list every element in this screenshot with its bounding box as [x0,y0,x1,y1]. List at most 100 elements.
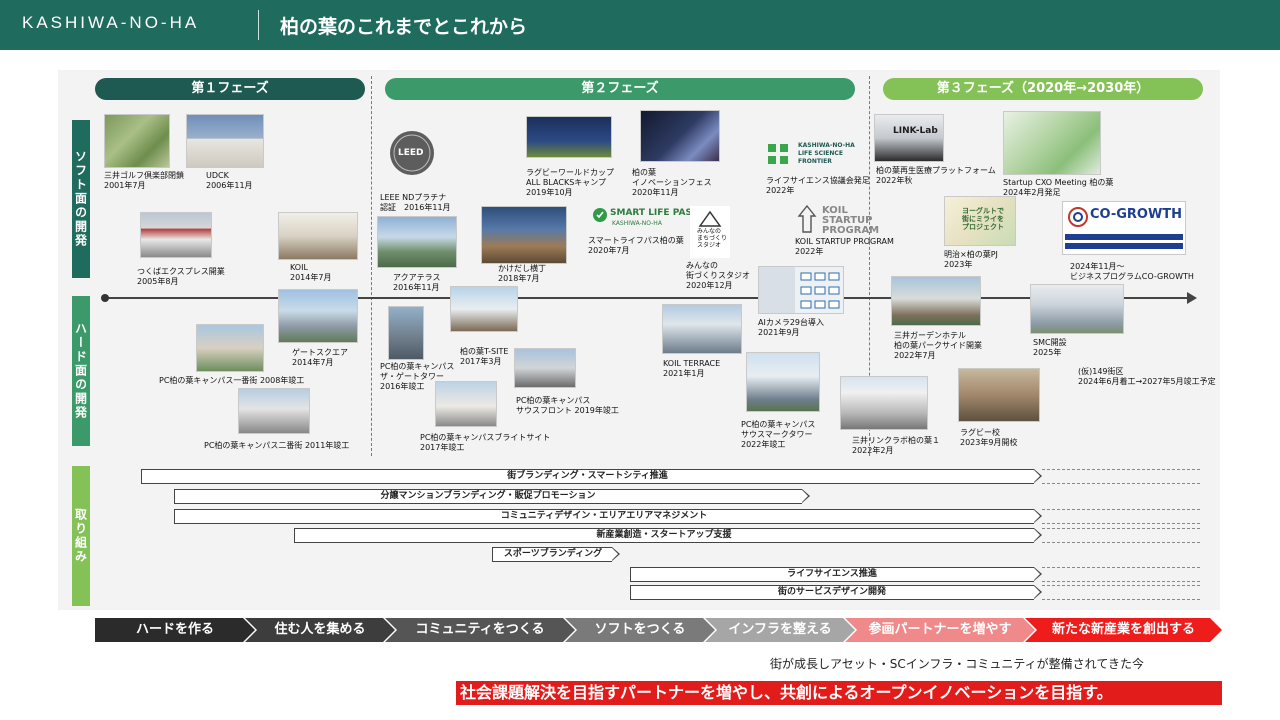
milestone-label: LEEE NDプラチナ 認証 2016年11月 [380,193,451,212]
milestone-label: PC柏の葉キャンパス一番街 2008年竣工 [159,376,305,385]
leed-logo-text: LEED [398,148,424,158]
step-chevron: ソフトをつくる [565,618,715,642]
milestone-label: 三井ゴルフ倶楽部閉鎖 2001年7月 [104,171,184,190]
milestone-label: PC柏の葉キャンパス二番街 2011年竣工 [204,441,350,450]
step-label: 新たな新産業を創出する [1051,622,1195,637]
photo-innovation-fest [640,110,720,162]
milestone-label: KOIL TERRACE 2021年1月 [663,359,721,378]
step-chevron: インフラを整える [705,618,855,642]
step-chevron: 新たな新産業を創出する [1025,618,1222,642]
step-label: 参画パートナーを増やす [868,622,1012,637]
milestone-label: ラグビー校 2023年9月開校 [960,428,1018,447]
initiative-bar: 新産業創造・スタートアップ支援 [294,528,1204,543]
initiative-label: 新産業創造・スタートアップ支援 [596,530,732,540]
initiative-bar: ライフサイエンス推進 [630,567,1204,582]
initiative-label: 街ブランディング・スマートシティ推進 [507,471,668,481]
smart-life-pass-title: SMART LIFE PASS [610,208,699,218]
milestone-label: AIカメラ29台導入 2021年9月 [758,318,825,337]
koil-startup-logo-icon [795,204,819,238]
photo-koil [278,212,358,260]
milestone-label: ゲートスクエア 2014年7月 [292,348,348,367]
milestone-label: スマートライフパス柏の葉 2020年7月 [588,236,684,255]
milestone-label: 柏の葉 イノベーションフェス 2020年11月 [632,168,712,197]
step-chevron: コミュニティをつくる [385,618,575,642]
link-lab-logo-text: LINK-Lab [893,126,938,136]
milestone-label: SMC開設 2025年 [1033,338,1067,357]
step-label: ハードを作る [135,622,214,637]
timeline-arrow-icon [1187,292,1197,304]
row-label-soft: ソフト面の開発 [72,120,90,278]
vision-banner: 社会課題解決を目指すパートナーを増やし、共創によるオープンイノベーションを目指す… [456,681,1222,705]
step-label: 住む人を集める [274,622,366,637]
photo-rugby-school [958,368,1040,422]
header-divider [258,10,259,40]
photo-tsukuba-express [140,212,212,258]
milestone-label: ライフサイエンス協議会発足 2022年 [766,176,870,195]
milestone-label: 柏の葉再生医療プラットフォーム 2022年秋 [876,166,996,185]
ai-camera-map [758,266,844,314]
milestone-label: アクアテラス 2016年11月 [393,273,441,292]
step-chevron: 住む人を集める [245,618,395,642]
initiative-label: ライフサイエンス推進 [787,569,877,579]
initiative-bar: 分譲マンションブランディング・販促プロモーション [174,489,814,504]
milestone-label: 2024年11月～ ビジネスプログラムCO-GROWTH [1070,262,1194,281]
header-bar: KASHIWA-NO-HA 柏の葉のこれまでとこれから [0,0,1280,50]
step-label: コミュニティをつくる [415,622,545,637]
step-label: ソフトをつくる [594,622,686,637]
initiative-label: コミュニティデザイン・エリアエリアマネジメント [500,511,708,521]
milestone-label: かけだし横丁 2018年7月 [498,264,546,283]
cogrowth-logo-text: CO-GROWTH [1090,207,1183,222]
koil-startup-logo-text: KOIL STARTUP PROGRAM [822,205,880,236]
step-label: インフラを整える [728,622,832,637]
yogurt-project-text: ヨーグルトで 街にミライを プロジェクト [962,207,1004,231]
initiative-bar: コミュニティデザイン・エリアエリアマネジメント [174,509,1204,524]
timeline-start-dot [101,294,109,302]
milestone-label: つくばエクスプレス開業 2005年8月 [137,267,225,286]
timeline-axis [105,297,1190,299]
photo-campus-ichibangai [196,324,264,372]
photo-udck [186,114,264,168]
milestone-label: UDCK 2006年11月 [206,171,253,190]
milestone-label: Startup CXO Meeting 柏の葉 2024年2月発足 [1003,178,1114,197]
step-chevron: ハードを作る [95,618,255,642]
milestone-label: PC柏の葉キャンパスブライトサイト 2017年竣工 [420,433,551,452]
milestone-label: 柏の葉T-SITE 2017年3月 [460,347,509,366]
milestone-label: PC柏の葉キャンパス サウスマークタワー 2022年竣工 [741,420,816,449]
initiative-label: スポーツブランディング [503,549,603,559]
milestone-label: KOIL STARTUP PROGRAM 2022年 [795,237,894,256]
photo-aqua-terrace [377,216,457,268]
photo-south-mark-tower [746,352,820,412]
row-label-initiatives: 取り組み [72,466,90,606]
photo-smc [1030,284,1124,334]
initiative-label: 街のサービスデザイン開発 [777,587,886,597]
lsf-logo-text: KASHIWA-NO-HA LIFE SCIENCE FRONTIER [798,142,855,165]
cogrowth-logo-icon [1068,207,1088,227]
initiative-label: 分譲マンションブランディング・販促プロモーション [380,491,596,501]
milestone-label: 三井ガーデンホテル 柏の葉パークサイド開業 2022年7月 [894,331,982,360]
photo-kakedashi-yokocho [481,206,567,264]
phase-3-label: 第３フェーズ（2020年→2030年） [883,78,1203,100]
photo-gate-tower [388,306,424,360]
photo-bright-site [435,381,497,427]
phase-2-label: 第２フェーズ [385,78,855,100]
photo-gate-square [278,289,358,343]
photo-south-front [514,348,576,388]
brand-logo: KASHIWA-NO-HA [22,13,200,32]
photo-startup-cxo-map [1003,111,1101,175]
photo-golf-club [104,114,170,168]
page-title: 柏の葉のこれまでとこれから [280,16,528,38]
photo-link-lab-1 [840,376,928,430]
initiative-bar: スポーツブランディング [492,547,622,562]
initiative-bar: 街ブランディング・スマートシティ推進 [141,469,1204,484]
smart-life-pass-logo-icon [592,207,608,227]
photo-rugby-all-blacks [526,116,612,158]
milestone-label: (仮)149街区 2024年6月着工→2027年5月竣工予定 [1078,367,1216,386]
studio-logo-text: みんなの まちづくり スタジオ [697,228,728,249]
milestone-label: みんなの 街づくりスタジオ 2020年12月 [686,261,750,290]
row-label-hard: ハード面の開発 [72,296,90,446]
milestone-label: 三井リンクラボ柏の葉１ 2022年2月 [852,436,940,455]
milestone-label: 明治×柏の葉PJ 2023年 [944,250,998,269]
step-chevron: 参画パートナーを増やす [845,618,1035,642]
smart-life-pass-sub: KASHIWA-NO-HA [612,220,662,227]
summary-caption: 街が成長しアセット・SCインフラ・コミュニティが整備されてきた今 [770,657,1144,671]
